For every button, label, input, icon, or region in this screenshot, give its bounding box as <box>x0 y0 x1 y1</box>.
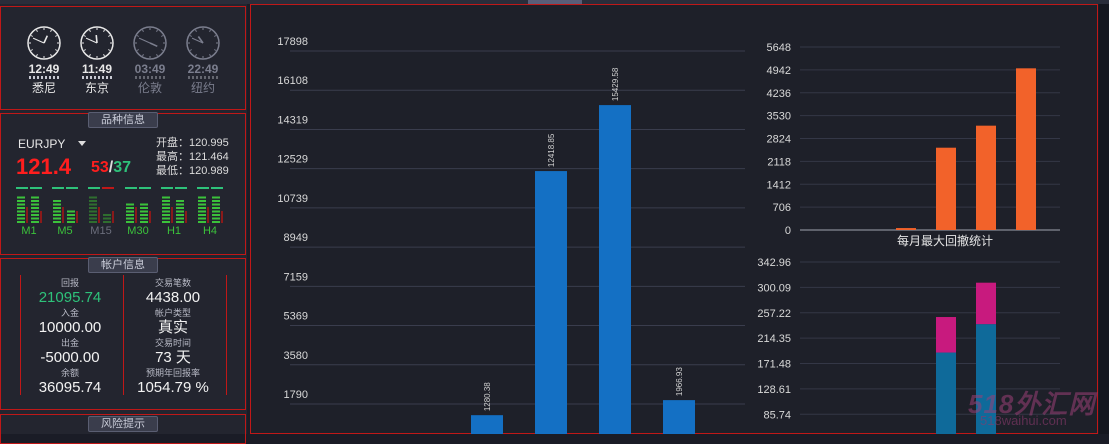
bar-data-label: 12418.85 <box>547 133 556 167</box>
bar-data-label: 1280.38 <box>483 382 492 411</box>
y-tick-label: 7159 <box>284 271 308 283</box>
profit-bar <box>535 171 567 434</box>
y-tick-label: 10739 <box>277 193 308 205</box>
bar-data-label: 1966.93 <box>675 367 684 396</box>
profit-bar <box>471 415 503 434</box>
y-tick-label: 2824 <box>767 134 791 146</box>
y-tick-label: 12529 <box>277 154 308 166</box>
y-tick-label: 214.35 <box>757 333 791 345</box>
profit-bar <box>663 400 695 434</box>
y-tick-label: 706 <box>773 202 791 214</box>
drawdown-bar <box>1016 68 1036 230</box>
drawdown-bar <box>936 147 956 230</box>
y-tick-label: 0 <box>785 225 791 237</box>
y-tick-label: 3530 <box>767 111 791 123</box>
y-tick-label: 17898 <box>277 36 308 48</box>
monthly-drawdown-chart: 0 706 1412 2118 2824 3530 4236 4942 5648 <box>767 42 1060 237</box>
y-tick-label: 2118 <box>767 156 791 168</box>
y-tick-label: 5648 <box>767 42 791 54</box>
charts-svg: 1790 3580 5369 7159 8949 10739 12529 14319 16108… <box>277 36 1060 434</box>
y-tick-label: 85.74 <box>763 409 791 421</box>
bar-data-label: 15429.58 <box>611 67 620 101</box>
stacked-bar-base <box>936 352 956 434</box>
profit-bar <box>599 105 631 434</box>
y-tick-label: 257.22 <box>757 308 791 320</box>
y-tick-label: 4942 <box>767 65 791 77</box>
y-tick-label: 8949 <box>284 232 308 244</box>
drawdown-bar <box>896 228 916 230</box>
y-tick-label: 1412 <box>767 179 791 191</box>
y-tick-label: 5369 <box>284 311 308 323</box>
y-tick-label: 14319 <box>277 114 308 126</box>
drawdown-chart-title: 每月最大回撤统计 <box>897 233 993 248</box>
y-tick-label: 128.61 <box>757 384 791 396</box>
y-tick-label: 16108 <box>277 75 308 87</box>
y-tick-label: 1790 <box>284 389 308 401</box>
watermark-url: 518waihui.com <box>980 413 1067 428</box>
y-tick-label: 3580 <box>284 350 308 362</box>
stacked-bar-top <box>976 282 996 325</box>
y-tick-label: 342.96 <box>757 257 791 269</box>
y-tick-label: 300.09 <box>757 282 791 294</box>
monthly-profit-chart: 1790 3580 5369 7159 8949 10739 12529 14319 16108… <box>277 36 745 434</box>
y-tick-label: 171.48 <box>757 359 791 371</box>
y-tick-label: 4236 <box>767 88 791 100</box>
drawdown-bar <box>976 125 996 230</box>
stacked-bar-top <box>936 317 956 353</box>
